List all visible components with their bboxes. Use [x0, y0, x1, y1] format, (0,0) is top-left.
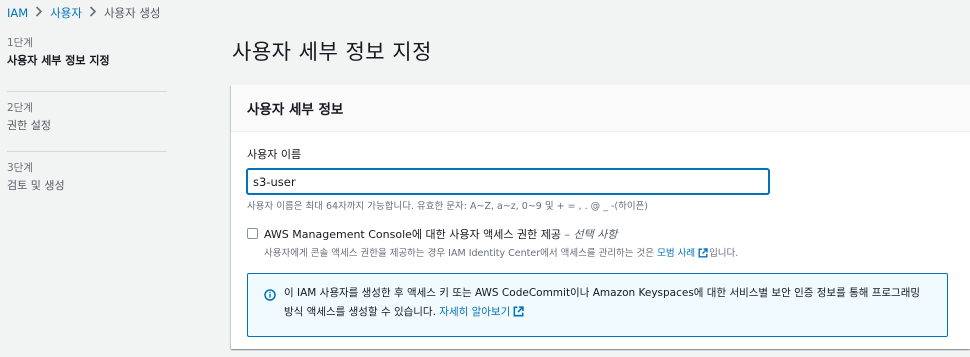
- description-prefix: 사용자에게 콘솔 액세스 권한을 제공하는 경우 IAM Identity Ce…: [264, 248, 655, 259]
- user-details-panel: 사용자 세부 정보 사용자 이름 s3-user 사용자 이름은 최대 64자까…: [231, 85, 970, 349]
- breadcrumb-create-user: 사용자 생성: [103, 6, 161, 20]
- panel-title: 사용자 세부 정보: [247, 102, 344, 118]
- breadcrumb: IAM 사용자 사용자 생성: [7, 5, 161, 21]
- step-number: 2단계: [7, 102, 34, 114]
- external-link-icon[interactable]: [698, 248, 708, 261]
- step-label: 사용자 세부 정보 지정: [7, 54, 110, 67]
- breadcrumb-iam[interactable]: IAM: [7, 6, 28, 20]
- step-number: 1단계: [7, 37, 34, 49]
- username-label: 사용자 이름: [247, 148, 302, 161]
- step-3: 3단계 검토 및 생성: [7, 151, 167, 211]
- info-alert: 이 IAM 사용자를 생성한 후 액세스 키 또는 AWS CodeCommit…: [247, 273, 948, 337]
- info-message: 이 IAM 사용자를 생성한 후 액세스 키 또는 AWS CodeCommit…: [284, 287, 921, 318]
- step-number: 3단계: [7, 162, 34, 174]
- step-label: 검토 및 생성: [7, 179, 65, 192]
- panel-body: 사용자 이름 s3-user 사용자 이름은 최대 64자까지 가능합니다. 유…: [231, 132, 970, 337]
- console-access-description: 사용자에게 콘솔 액세스 권한을 제공하는 경우 IAM Identity Ce…: [264, 245, 738, 261]
- console-access-option: AWS Management Console에 대한 사용자 액세스 권한 제공…: [247, 226, 954, 261]
- panel-header: 사용자 세부 정보: [231, 85, 970, 132]
- optional-tag: – 선택 사항: [564, 228, 618, 241]
- step-1: 1단계 사용자 세부 정보 지정: [7, 37, 167, 91]
- page-title: 사용자 세부 정보 지정: [232, 40, 432, 64]
- username-input[interactable]: s3-user: [247, 169, 769, 194]
- wizard-steps: 1단계 사용자 세부 정보 지정 2단계 권한 설정 3단계 검토 및 생성: [7, 37, 167, 211]
- breadcrumb-users[interactable]: 사용자: [50, 5, 82, 21]
- username-value: s3-user: [253, 174, 296, 189]
- step-2: 2단계 권한 설정: [7, 91, 167, 151]
- description-suffix: 입니다.: [709, 248, 739, 259]
- chevron-right-icon: [35, 6, 43, 20]
- learn-more-link[interactable]: 자세히 알아보기: [439, 306, 510, 318]
- external-link-icon[interactable]: [513, 305, 524, 324]
- step-label: 권한 설정: [7, 119, 51, 132]
- info-text: 이 IAM 사용자를 생성한 후 액세스 키 또는 AWS CodeCommit…: [284, 284, 931, 324]
- username-constraint: 사용자 이름은 최대 64자까지 가능합니다. 유효한 문자: A~Z, a~z…: [247, 201, 649, 212]
- chevron-right-icon: [89, 6, 97, 20]
- console-access-label[interactable]: AWS Management Console에 대한 사용자 액세스 권한 제공…: [264, 226, 738, 242]
- console-access-text: AWS Management Console에 대한 사용자 액세스 권한 제공…: [264, 226, 738, 261]
- best-practice-link[interactable]: 모범 사례: [657, 248, 695, 259]
- console-access-checkbox[interactable]: [247, 228, 258, 239]
- console-access-label-text: AWS Management Console에 대한 사용자 액세스 권한 제공: [264, 228, 561, 241]
- info-icon: [264, 286, 276, 305]
